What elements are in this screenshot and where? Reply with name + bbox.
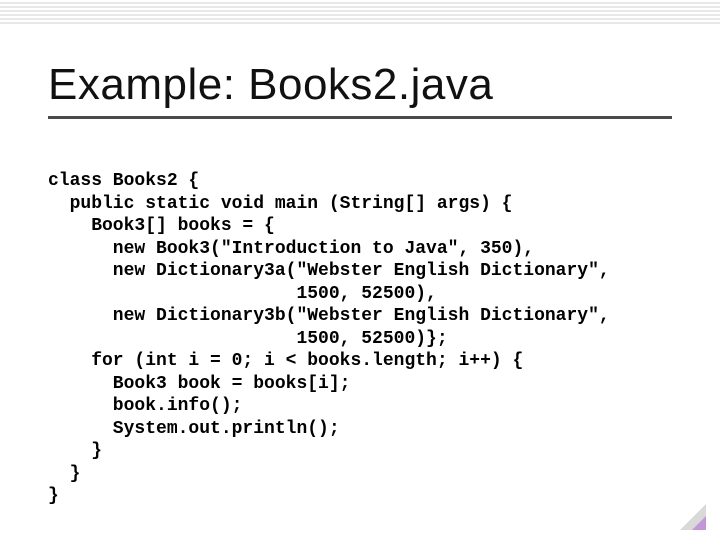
slide-title: Example: Books2.java bbox=[48, 60, 672, 110]
code-line: Book3[] books = { bbox=[48, 216, 275, 236]
code-line: new Book3("Introduction to Java", 350), bbox=[48, 239, 534, 259]
code-line: class Books2 { bbox=[48, 171, 199, 191]
code-line: Book3 book = books[i]; bbox=[48, 374, 350, 394]
code-line: System.out.println(); bbox=[48, 419, 340, 439]
code-line: for (int i = 0; i < books.length; i++) { bbox=[48, 351, 523, 371]
top-decor bbox=[0, 0, 720, 24]
code-block: class Books2 { public static void main (… bbox=[48, 170, 680, 508]
code-line: } bbox=[48, 486, 59, 506]
title-block: Example: Books2.java bbox=[48, 60, 672, 119]
code-line: new Dictionary3b("Webster English Dictio… bbox=[48, 306, 610, 326]
code-line: public static void main (String[] args) … bbox=[48, 194, 512, 214]
code-line: new Dictionary3a("Webster English Dictio… bbox=[48, 261, 610, 281]
title-underline bbox=[48, 116, 672, 119]
code-line: } bbox=[48, 464, 80, 484]
corner-fold-icon bbox=[676, 500, 706, 530]
code-line: book.info(); bbox=[48, 396, 242, 416]
slide: Example: Books2.java class Books2 { publ… bbox=[0, 0, 720, 540]
code-line: 1500, 52500)}; bbox=[48, 329, 448, 349]
code-line: 1500, 52500), bbox=[48, 284, 437, 304]
code-line: } bbox=[48, 441, 102, 461]
